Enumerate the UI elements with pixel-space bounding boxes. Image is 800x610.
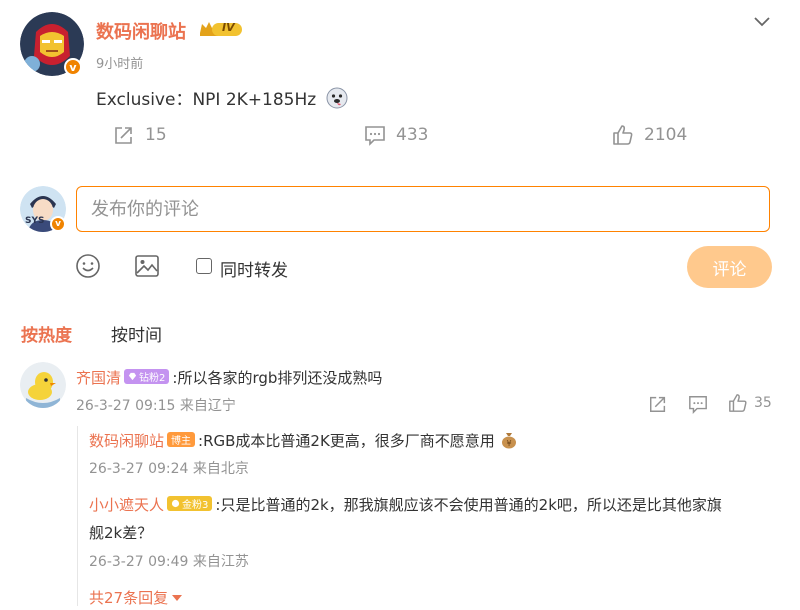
comment-icon xyxy=(365,126,385,146)
comment-button[interactable]: 433 xyxy=(364,124,428,146)
tab-sort-hot[interactable]: 按热度 xyxy=(21,321,72,346)
reply-2-text-2: 舰2k差？ xyxy=(89,524,153,542)
chevron-down-icon[interactable] xyxy=(752,12,772,32)
fan-badge-label: 钻粉2 xyxy=(139,373,166,384)
tab-sort-time[interactable]: 按时间 xyxy=(111,321,162,346)
comment-line: 齐国清 钻粉2 :所以各家的rgb排列还没成熟吗 xyxy=(76,367,382,388)
reply-line-2: 小小遮天人 金粉3 :只是比普通的2k，那我旗舰应该不会使用普通的2k吧，所以还是比… xyxy=(89,494,722,515)
comment-like-count: 35 xyxy=(754,395,772,411)
comment-like-button[interactable]: 35 xyxy=(728,393,772,413)
level-label: IV xyxy=(222,21,235,34)
forward-checkbox[interactable] xyxy=(196,258,212,274)
forward-label[interactable]: 同时转发 xyxy=(220,256,288,281)
comment-repost-icon[interactable] xyxy=(648,394,668,414)
emoji-icon[interactable] xyxy=(75,253,101,279)
crown-icon xyxy=(200,22,242,36)
reply-thread-divider xyxy=(77,426,78,606)
level-badge: IV xyxy=(198,20,244,38)
reply-1-text: :RGB成本比普通2K更高，很多厂商不愿意用 xyxy=(198,432,495,450)
submit-comment-button[interactable]: 评论 xyxy=(687,246,772,288)
reply-1-meta: 26-3-27 09:24 来自北京 xyxy=(89,461,249,477)
comment-input[interactable] xyxy=(77,187,769,231)
svg-text:¥: ¥ xyxy=(506,439,511,448)
fan-badge[interactable]: 钻粉2 xyxy=(124,369,170,384)
money-bag-emoji-icon: ¥ xyxy=(501,433,516,449)
post-time[interactable]: 9小时前 xyxy=(96,53,143,72)
blogger-badge: 博主 xyxy=(167,432,196,447)
comment-meta: 26-3-27 09:15 来自辽宁 xyxy=(76,398,236,414)
repost-icon xyxy=(115,127,132,144)
like-count: 2104 xyxy=(644,125,688,145)
comment-reply-icon[interactable] xyxy=(688,394,708,414)
more-replies-label: 共27条回复 xyxy=(89,589,169,607)
image-icon[interactable] xyxy=(134,253,160,279)
caret-down-icon xyxy=(172,594,183,601)
more-replies-link[interactable]: 共27条回复 xyxy=(89,587,183,608)
my-avatar-label: SYS xyxy=(25,216,45,226)
comment-thumbs-up-icon xyxy=(729,394,747,412)
post-content: Exclusive：NPI 2K+185Hz xyxy=(96,85,348,110)
commenter-avatar[interactable] xyxy=(20,362,66,408)
reply-line-1: 数码闲聊站 博主:RGB成本比普通2K更高，很多厂商不愿意用 ¥ xyxy=(89,430,518,451)
comment-input-box[interactable] xyxy=(76,186,770,232)
comment-count: 433 xyxy=(396,125,429,145)
repost-count: 15 xyxy=(145,125,167,145)
repost-button[interactable]: 15 xyxy=(113,124,167,146)
reply-2-text-1: :只是比普通的2k，那我旗舰应该不会使用普通的2k吧，所以还是比其他家旗 xyxy=(215,496,722,514)
gold-fan-badge[interactable]: 金粉3 xyxy=(167,496,213,511)
post-text: Exclusive：NPI 2K+185Hz xyxy=(96,90,317,110)
my-verified-icon: v xyxy=(50,216,66,232)
dog-face-emoji-icon xyxy=(326,87,348,109)
reply-1-username[interactable]: 数码闲聊站 xyxy=(89,432,164,450)
thumbs-up-icon xyxy=(613,125,633,145)
comment-username[interactable]: 齐国清 xyxy=(76,369,121,387)
comment-text: :所以各家的rgb排列还没成熟吗 xyxy=(172,369,383,387)
gold-badge-icon xyxy=(171,499,180,508)
like-button[interactable]: 2104 xyxy=(612,124,687,146)
author-name[interactable]: 数码闲聊站 xyxy=(96,18,186,44)
reply-2-meta: 26-3-27 09:49 来自江苏 xyxy=(89,554,249,570)
gold-fan-badge-label: 金粉3 xyxy=(182,500,209,511)
verified-icon: v xyxy=(64,58,82,76)
diamond-icon xyxy=(128,372,137,381)
reply-2-username[interactable]: 小小遮天人 xyxy=(89,496,164,514)
